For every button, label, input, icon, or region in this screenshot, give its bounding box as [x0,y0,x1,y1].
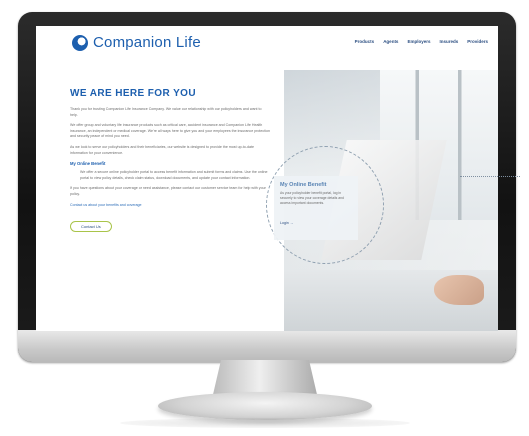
serve-paragraph: As we look to serve our policyholders an… [70,144,254,155]
monitor-stand-base [158,392,372,420]
monitor-screen: Companion Life Products Agents Employers… [36,26,498,331]
contact-us-button[interactable]: Contact Us [70,220,112,232]
hand-image [434,275,484,305]
page-title: WE ARE HERE FOR YOU [70,88,196,99]
main-content: WE ARE HERE FOR YOU Thank you for trusti… [70,88,270,233]
nav-item-employers[interactable]: Employers [407,39,430,44]
card-login-link[interactable]: Login → [280,221,293,225]
card-title: My Online Benefit [280,182,327,188]
benefits-link[interactable]: Contact us about your benefits and cover… [70,203,270,207]
nav-item-insureds[interactable]: Insureds [439,39,458,44]
benefits-heading: My Online Benefit [70,161,106,167]
dotted-connector-line [460,176,520,177]
offer-paragraph: We offer group and voluntary life insura… [70,123,270,139]
nav-item-providers[interactable]: Providers [467,39,488,44]
info-paragraph: If you have questions about your coverag… [70,186,266,196]
floor-shadow [120,418,410,428]
main-nav: Products Agents Employers Insureds Provi… [355,39,488,44]
nav-item-agents[interactable]: Agents [383,39,398,44]
intro-paragraph: Thank you for trusting Companion Life In… [70,107,262,117]
logo-mark-icon [72,34,88,51]
benefits-paragraph: We offer a secure online policyholder po… [80,170,268,180]
monitor-chin [18,330,516,362]
site-header: Companion Life Products Agents Employers… [36,26,498,60]
card-text: As your policyholder benefit portal, log… [280,191,344,206]
brand-name: Companion Life [93,34,201,51]
nav-item-products[interactable]: Products [355,39,375,44]
brand-logo[interactable]: Companion Life [72,34,201,51]
benefits-card: My Online Benefit As your policyholder b… [274,176,358,240]
